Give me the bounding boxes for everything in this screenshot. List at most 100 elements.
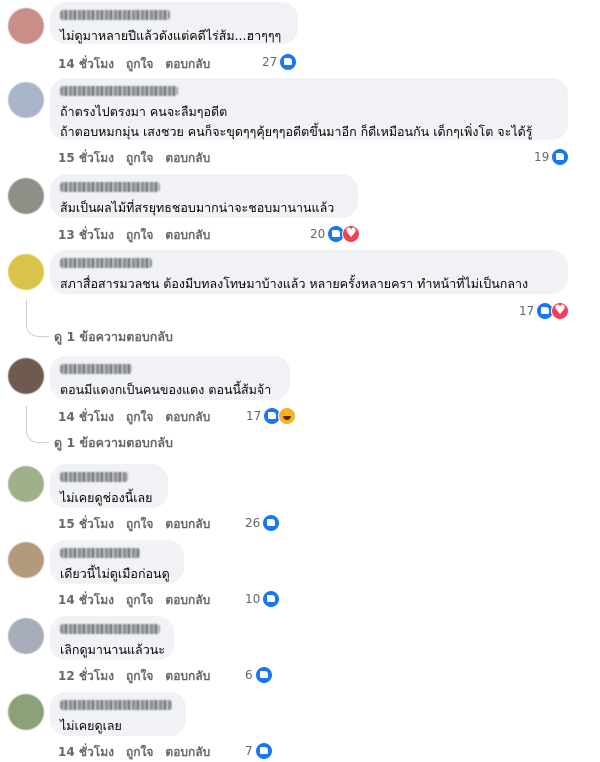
comment-bubble: ไม่ดูมาหลายปีแล้วดังแต่คดีไร่ส้ม...ฮาๆๆๆ (50, 2, 298, 44)
comment-time[interactable]: 15 ชั่วโมง (58, 517, 114, 531)
commenter-name-blurred[interactable] (60, 548, 140, 558)
reaction-summary[interactable]: 20 (310, 225, 361, 243)
reply-thread-line (26, 300, 49, 337)
avatar[interactable] (8, 618, 44, 654)
reaction-summary[interactable]: 10 (245, 590, 281, 608)
reply-button[interactable]: ตอบกลับ (165, 593, 210, 607)
reaction-count: 19 (534, 150, 550, 164)
avatar[interactable] (8, 466, 44, 502)
like-button[interactable]: ถูกใจ (126, 228, 153, 242)
commenter-name-blurred[interactable] (60, 472, 128, 482)
avatar[interactable] (8, 8, 44, 44)
comment-text: ไม่ดูมาหลายปีแล้วดังแต่คดีไร่ส้ม...ฮาๆๆๆ (60, 28, 282, 43)
like-icon (262, 590, 281, 608)
reaction-count: 17 (246, 409, 262, 423)
reaction-count: 7 (245, 744, 253, 758)
reply-button[interactable]: ตอบกลับ (165, 228, 210, 242)
like-button[interactable]: ถูกใจ (126, 151, 153, 165)
comment-text: ส้มเป็นผลไม้ที่สรยุทธชอบมากน่าจะชอบมานาน… (60, 200, 335, 215)
reaction-summary[interactable]: 7 (245, 742, 273, 760)
reply-button[interactable]: ตอบกลับ (165, 745, 210, 759)
comment-actions: 14 ชั่วโมง ถูกใจ ตอบกลับ (58, 743, 222, 762)
reply-button[interactable]: ตอบกลับ (165, 57, 210, 71)
comment-time[interactable]: 14 ชั่วโมง (58, 57, 114, 71)
like-icon (254, 666, 273, 684)
like-button[interactable]: ถูกใจ (126, 57, 153, 71)
reply-thread-line (26, 406, 49, 443)
reaction-count: 27 (262, 55, 278, 69)
comment-time[interactable]: 15 ชั่วโมง (58, 151, 114, 165)
commenter-name-blurred[interactable] (60, 624, 160, 634)
comment-actions: 13 ชั่วโมง ถูกใจ ตอบกลับ (58, 226, 222, 245)
comment-bubble: สภาสื่อสารมวลชน ต้องมีบทลงโทษมาบ้างแล้ว … (50, 250, 568, 294)
like-icon (254, 742, 273, 760)
reaction-summary[interactable]: 26 (245, 514, 281, 532)
comment-bubble: ไม่เคยดูช่องนี้เลย (50, 464, 168, 508)
commenter-name-blurred[interactable] (60, 258, 152, 268)
comment-text: สภาสื่อสารมวลชน ต้องมีบทลงโทษมาบ้างแล้ว … (60, 276, 529, 291)
comment-bubble: ส้มเป็นผลไม้ที่สรยุทธชอบมากน่าจะชอบมานาน… (50, 174, 358, 218)
reaction-count: 6 (245, 668, 253, 682)
comment-actions: 14 ชั่วโมง ถูกใจ ตอบกลับ (58, 55, 222, 74)
comment-time[interactable]: 12 ชั่วโมง (58, 669, 114, 683)
comment-time[interactable]: 14 ชั่วโมง (58, 410, 114, 424)
comment-bubble: เลิกดูมานานแล้วนะ (50, 616, 174, 660)
reply-button[interactable]: ตอบกลับ (165, 517, 210, 531)
like-icon (551, 148, 570, 166)
comment-actions: 12 ชั่วโมง ถูกใจ ตอบกลับ (58, 667, 222, 686)
like-button[interactable]: ถูกใจ (126, 410, 153, 424)
view-replies-link[interactable]: ดู 1 ข้อความตอบกลับ (54, 327, 173, 347)
avatar[interactable] (8, 358, 44, 394)
comment-actions: 14 ชั่วโมง ถูกใจ ตอบกลับ (58, 591, 222, 610)
comment-time[interactable]: 13 ชั่วโมง (58, 228, 114, 242)
heart-icon (342, 225, 361, 243)
comment-text-line-2: ถ้าตอบหมกมุ่น เสงชวย คนก็จะขุดๆๆคุ้ยๆๆอด… (60, 124, 533, 139)
avatar[interactable] (8, 254, 44, 290)
avatar[interactable] (8, 178, 44, 214)
commenter-name-blurred[interactable] (60, 364, 132, 374)
comment-text: ไม่เคยดูช่องนี้เลย (60, 490, 153, 505)
reaction-summary[interactable]: 6 (245, 666, 273, 684)
comment-time[interactable]: 14 ชั่วโมง (58, 745, 114, 759)
like-button[interactable]: ถูกใจ (126, 745, 153, 759)
commenter-name-blurred[interactable] (60, 10, 170, 20)
like-icon (262, 514, 281, 532)
avatar[interactable] (8, 82, 44, 118)
commenter-name-blurred[interactable] (60, 700, 172, 710)
comment-time[interactable]: 14 ชั่วโมง (58, 593, 114, 607)
view-replies-link[interactable]: ดู 1 ข้อความตอบกลับ (54, 433, 173, 453)
commenter-name-blurred[interactable] (60, 86, 178, 96)
like-button[interactable]: ถูกใจ (126, 593, 153, 607)
comment-bubble: ถ้าตรงไปตรงมา คนจะลืมๆอดีต ถ้าตอบหมกมุ่น… (50, 78, 568, 140)
comment-text: ตอนมีแดงกเป็นคนของแดง ตอนนี้ส้มจ้า (60, 382, 272, 397)
reaction-count: 26 (245, 516, 261, 530)
heart-icon (551, 302, 570, 320)
comment-text: ถ้าตรงไปตรงมา คนจะลืมๆอดีต (60, 104, 228, 119)
like-button[interactable]: ถูกใจ (126, 517, 153, 531)
reply-button[interactable]: ตอบกลับ (165, 410, 210, 424)
reaction-summary[interactable]: 27 (262, 53, 298, 71)
commenter-name-blurred[interactable] (60, 182, 160, 192)
reaction-summary[interactable]: 17 (519, 302, 570, 320)
comment-bubble: เดียวนี้ไม่ดูเมือก่อนดู (50, 540, 184, 584)
reaction-summary[interactable]: 17 (246, 407, 297, 425)
comment-actions: 15 ชั่วโมง ถูกใจ ตอบกลับ (58, 515, 222, 534)
reaction-count: 17 (519, 304, 535, 318)
comment-bubble: ตอนมีแดงกเป็นคนของแดง ตอนนี้ส้มจ้า (50, 356, 290, 400)
comment-actions: 14 ชั่วโมง ถูกใจ ตอบกลับ (58, 408, 222, 427)
reply-button[interactable]: ตอบกลับ (165, 151, 210, 165)
like-icon (279, 53, 298, 71)
like-button[interactable]: ถูกใจ (126, 669, 153, 683)
avatar[interactable] (8, 694, 44, 730)
comment-text: ไม่เคยดูเลย (60, 718, 122, 733)
haha-icon (278, 407, 297, 425)
reaction-count: 10 (245, 592, 261, 606)
comment-actions: 15 ชั่วโมง ถูกใจ ตอบกลับ (58, 149, 222, 168)
reply-button[interactable]: ตอบกลับ (165, 669, 210, 683)
reaction-summary[interactable]: 19 (534, 148, 570, 166)
avatar[interactable] (8, 542, 44, 578)
comment-text: เดียวนี้ไม่ดูเมือก่อนดู (60, 566, 170, 581)
reaction-count: 20 (310, 227, 326, 241)
comment-bubble: ไม่เคยดูเลย (50, 692, 186, 736)
comment-text: เลิกดูมานานแล้วนะ (60, 642, 165, 657)
